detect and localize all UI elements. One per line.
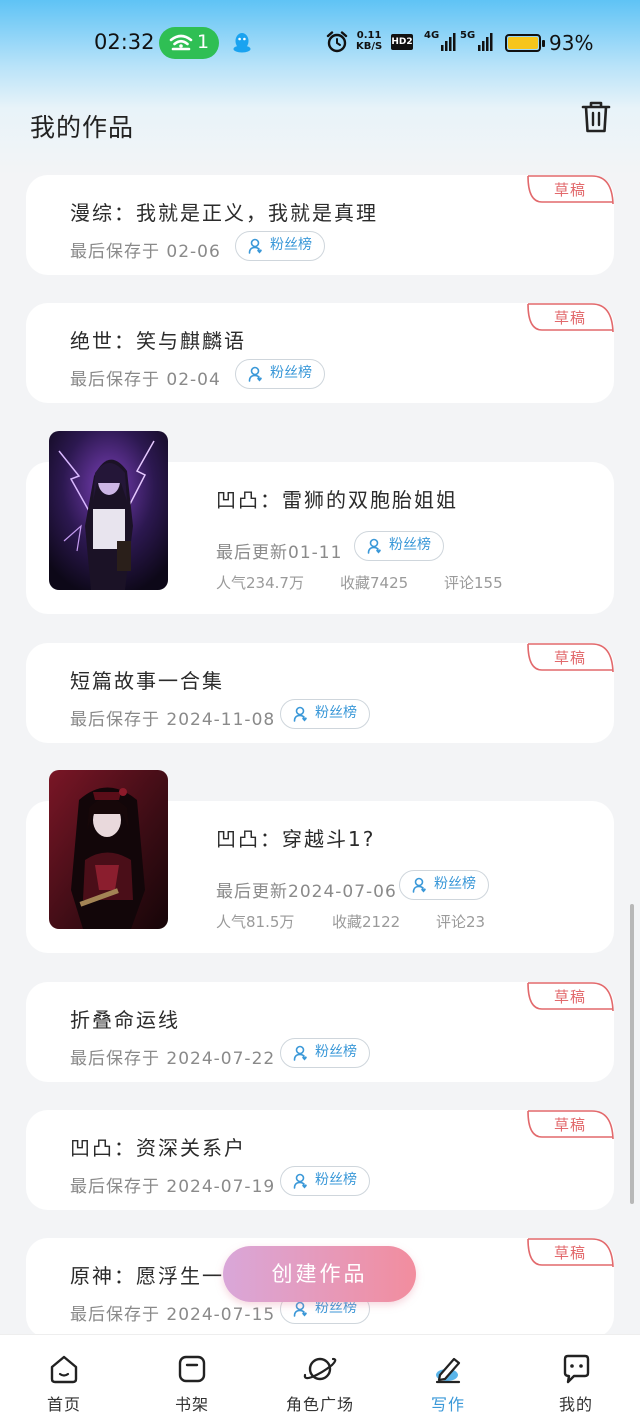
user-heart-icon — [293, 1045, 307, 1061]
network-4g-label: 4G — [424, 30, 440, 41]
book-cover-image[interactable] — [49, 770, 168, 929]
signal-bars-icon-2 — [478, 33, 493, 51]
battery-icon — [505, 34, 545, 52]
home-icon — [50, 1355, 78, 1384]
popularity-stat: 人气81.5万 — [216, 913, 295, 931]
user-heart-icon — [293, 706, 307, 722]
draft-badge: 草稿 — [526, 175, 614, 205]
nav-label: 角色广场 — [285, 1395, 354, 1414]
comments-stat: 评论155 — [444, 574, 503, 592]
nav-label: 书架 — [174, 1395, 209, 1414]
draft-badge: 草稿 — [526, 303, 614, 333]
planet-icon — [303, 1357, 337, 1381]
draft-badge: 草稿 — [526, 1238, 614, 1268]
work-meta: 最后保存于 2024-11-08 — [70, 710, 276, 730]
user-heart-icon — [248, 366, 262, 382]
nav-item-write[interactable]: 写作 — [398, 1335, 498, 1422]
fan-ranking-button[interactable]: 粉丝榜 — [235, 359, 325, 389]
draft-badge: 草稿 — [526, 643, 614, 673]
nav-item-home[interactable]: 首页 — [14, 1335, 114, 1422]
fan-ranking-button[interactable]: 粉丝榜 — [280, 699, 370, 729]
work-card[interactable]: 草稿 绝世：笑与麒麟语 最后保存于 02-04 粉丝榜 — [26, 303, 614, 403]
bottom-navigation: 首页 书架 角色广场 写作 我的 — [0, 1334, 640, 1422]
work-meta: 最后更新2024-07-06 — [216, 882, 397, 902]
nav-label: 首页 — [46, 1395, 81, 1414]
work-card[interactable]: 草稿 凹凸：资深关系户 最后保存于 2024-07-19 粉丝榜 — [26, 1110, 614, 1210]
signal-bars-icon — [441, 33, 456, 51]
work-card[interactable]: 草稿 短篇故事一合集 最后保存于 2024-11-08 粉丝榜 — [26, 643, 614, 743]
chat-bubble-icon — [563, 1354, 590, 1384]
work-meta: 最后保存于 2024-07-19 — [70, 1177, 276, 1197]
wifi-icon — [169, 34, 193, 51]
work-meta: 最后保存于 2024-07-15 — [70, 1305, 276, 1325]
status-time: 02:32 — [94, 30, 155, 54]
create-work-button[interactable]: 创建作品 — [223, 1246, 416, 1302]
scrollbar[interactable] — [630, 904, 634, 1204]
work-meta: 最后保存于 02-06 — [70, 242, 221, 262]
alarm-icon — [326, 31, 348, 53]
work-title: 绝世：笑与麒麟语 — [70, 329, 246, 353]
work-meta: 最后保存于 02-04 — [70, 370, 221, 390]
draft-badge: 草稿 — [526, 982, 614, 1012]
work-title: 凹凸：穿越斗1? — [216, 827, 376, 851]
nav-label: 我的 — [558, 1395, 593, 1414]
hd-voice-badge: HD2 — [391, 34, 413, 50]
fan-ranking-button[interactable]: 粉丝榜 — [280, 1166, 370, 1196]
work-title: 凹凸：雷狮的双胞胎姐姐 — [216, 488, 458, 512]
work-title: 凹凸：资深关系户 — [70, 1136, 246, 1160]
work-card[interactable]: 草稿 折叠命运线 最后保存于 2024-07-22 粉丝榜 — [26, 982, 614, 1082]
nav-item-mine[interactable]: 我的 — [526, 1335, 626, 1422]
work-meta: 最后更新01-11 — [216, 543, 343, 563]
status-bar: 02:32 1 0.11 KB/S HD2 4G 5G 93% — [0, 22, 640, 66]
trash-icon[interactable] — [580, 100, 612, 134]
favorites-stat: 收藏7425 — [340, 574, 409, 592]
draft-badge: 草稿 — [526, 1110, 614, 1140]
nav-item-character-plaza[interactable]: 角色广场 — [270, 1335, 370, 1422]
fan-ranking-button[interactable]: 粉丝榜 — [235, 231, 325, 261]
page-title: 我的作品 — [30, 113, 135, 142]
comments-stat: 评论23 — [436, 913, 486, 931]
fan-ranking-button[interactable]: 粉丝榜 — [399, 870, 489, 900]
fan-ranking-button[interactable]: 粉丝榜 — [354, 531, 444, 561]
work-meta: 最后保存于 2024-07-22 — [70, 1049, 276, 1069]
qq-penguin-icon — [233, 33, 251, 53]
user-heart-icon — [293, 1301, 307, 1317]
wifi-count: 1 — [197, 31, 210, 53]
battery-percent: 93% — [549, 31, 594, 55]
work-card[interactable]: 草稿 漫综：我就是正义，我就是真理 最后保存于 02-06 粉丝榜 — [26, 175, 614, 275]
bookshelf-icon — [178, 1355, 206, 1383]
work-title: 短篇故事一合集 — [70, 669, 224, 693]
work-title: 漫综：我就是正义，我就是真理 — [70, 201, 378, 225]
user-heart-icon — [367, 538, 381, 554]
favorites-stat: 收藏2122 — [332, 913, 401, 931]
book-cover-image[interactable] — [49, 431, 168, 590]
nav-label: 写作 — [430, 1395, 465, 1414]
wifi-hotspot-pill: 1 — [159, 27, 219, 59]
user-heart-icon — [412, 877, 426, 893]
user-heart-icon — [293, 1173, 307, 1189]
user-heart-icon — [248, 238, 262, 254]
pen-write-icon — [435, 1357, 461, 1384]
work-title: 原神：愿浮生一 — [70, 1264, 224, 1288]
network-speed: 0.11 KB/S — [356, 30, 383, 52]
network-5g-label: 5G — [460, 30, 476, 41]
popularity-stat: 人气234.7万 — [216, 574, 304, 592]
nav-item-bookshelf[interactable]: 书架 — [142, 1335, 242, 1422]
work-title: 折叠命运线 — [70, 1008, 180, 1032]
fan-ranking-button[interactable]: 粉丝榜 — [280, 1038, 370, 1068]
